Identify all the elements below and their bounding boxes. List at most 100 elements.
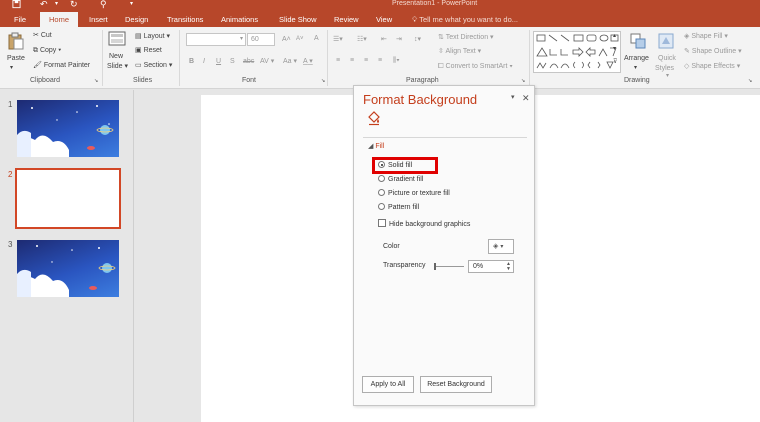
tab-design[interactable]: Design [125, 12, 148, 27]
pattern-fill-radio[interactable]: Pattern fill [378, 203, 419, 213]
transparency-slider-track[interactable] [434, 266, 464, 267]
transparency-slider-handle[interactable] [434, 263, 436, 270]
reset-background-button[interactable]: Reset Background [420, 376, 492, 393]
font-name-dropdown-icon[interactable]: ▾ [240, 35, 243, 44]
gradient-fill-radio[interactable]: Gradient fill [378, 175, 423, 185]
hide-background-graphics-checkbox[interactable]: Hide background graphics [378, 219, 470, 229]
section-button[interactable]: ▭ Section ▾ [135, 61, 172, 70]
copy-button[interactable]: ⧉ Copy ▾ [33, 46, 61, 55]
justify-button[interactable]: ≡ [378, 56, 382, 65]
tab-home[interactable]: Home [40, 12, 79, 27]
clear-formatting-icon: A [314, 35, 319, 42]
quick-styles-icon[interactable] [658, 33, 674, 49]
checkbox-icon [378, 219, 386, 227]
font-size-input[interactable]: 60 [247, 33, 275, 46]
shrink-font-button[interactable]: A˅ [296, 35, 304, 44]
tab-view[interactable]: View [376, 12, 392, 27]
text-shadow-button[interactable]: S [230, 57, 235, 66]
grow-font-button[interactable]: A˄ [282, 35, 291, 44]
solid-fill-radio[interactable]: Solid fill [378, 161, 412, 171]
close-icon[interactable]: ✕ [522, 93, 530, 104]
tab-animations[interactable]: Animations [221, 12, 258, 27]
shape-fill-button[interactable]: ◈ Shape Fill ▾ [684, 32, 728, 41]
paste-icon[interactable] [8, 32, 24, 50]
tab-slide-show[interactable]: Slide Show [279, 12, 317, 27]
slide-thumbnail-1[interactable] [17, 100, 119, 157]
quick-styles-label-1[interactable]: Quick [658, 54, 676, 63]
text-direction-label: Text Direction [445, 34, 489, 41]
transparency-input[interactable]: 0% ▲ ▼ [468, 260, 514, 273]
tab-insert[interactable]: Insert [89, 12, 108, 27]
tab-transitions[interactable]: Transitions [167, 12, 203, 27]
cut-button[interactable]: ✂ Cut [33, 31, 52, 40]
gallery-scroll-up-icon[interactable]: ▴ [613, 32, 616, 41]
present-from-start-icon[interactable]: ⚲ [100, 0, 107, 9]
smartart-icon: ⧠ [438, 63, 446, 70]
paste-button[interactable]: Paste [7, 54, 25, 63]
fill-bucket-icon[interactable] [366, 110, 382, 126]
align-right-button[interactable]: ≡ [364, 56, 368, 65]
dialog-launcher-icon[interactable]: ↘ [321, 77, 325, 86]
save-icon[interactable] [12, 0, 21, 11]
change-case-button[interactable]: Aa ▾ [283, 57, 297, 66]
new-slide-label-2[interactable]: Slide ▾ [107, 62, 128, 71]
font-size-value: 60 [251, 36, 259, 43]
pen-icon: ✎ [684, 48, 692, 55]
tell-me-box[interactable]: 💡︎ Tell me what you want to do... [412, 12, 518, 27]
italic-button[interactable]: I [203, 57, 205, 66]
clear-formatting-button[interactable]: A [314, 34, 319, 43]
reset-button[interactable]: ▣ Reset [135, 46, 162, 55]
spin-down-icon[interactable]: ▼ [506, 267, 511, 272]
color-picker-button[interactable]: ◈ ▾ [488, 239, 514, 254]
tab-file[interactable]: File [14, 12, 26, 27]
quick-styles-label-2[interactable]: Styles [655, 64, 674, 73]
align-left-button[interactable]: ≡ [336, 56, 340, 65]
new-slide-icon[interactable] [108, 31, 126, 47]
apply-to-all-button[interactable]: Apply to All [362, 376, 414, 393]
underline-button[interactable]: U [216, 57, 221, 66]
arrange-button[interactable]: Arrange [624, 54, 649, 63]
paste-dropdown-icon[interactable]: ▾ [10, 64, 13, 73]
arrange-icon[interactable] [630, 33, 646, 49]
text-direction-button[interactable]: ⇅ Text Direction ▾ [438, 33, 494, 42]
tab-review[interactable]: Review [334, 12, 359, 27]
new-slide-label-1[interactable]: New [109, 52, 123, 61]
slide-number: 1 [8, 100, 13, 109]
format-painter-button[interactable]: 🖌︎ Format Painter [33, 61, 90, 70]
columns-button[interactable]: ⫼▾ [393, 56, 400, 65]
gallery-more-icon[interactable]: ⊽ [613, 58, 617, 67]
increase-indent-button[interactable]: ⇥ [396, 35, 402, 44]
convert-smartart-button[interactable]: ⧠ Convert to SmartArt ▾ [438, 62, 513, 71]
decrease-indent-button[interactable]: ⇤ [381, 35, 387, 44]
align-center-button[interactable]: ≡ [350, 56, 354, 65]
undo-icon[interactable]: ↶ [40, 0, 48, 9]
shapes-gallery[interactable] [533, 31, 621, 73]
dialog-launcher-icon[interactable]: ↘ [748, 77, 752, 86]
radio-selected-icon [378, 161, 385, 168]
customize-qat-icon[interactable]: ▾ [130, 0, 133, 9]
redo-icon[interactable]: ↻ [70, 0, 78, 9]
shape-effects-button[interactable]: ◇ Shape Effects ▾ [684, 62, 740, 71]
bold-button[interactable]: B [189, 57, 194, 66]
undo-dropdown-icon[interactable]: ▾ [55, 0, 58, 9]
dialog-launcher-icon[interactable]: ↘ [94, 77, 98, 86]
font-name-input[interactable] [186, 33, 246, 46]
shape-outline-button[interactable]: ✎ Shape Outline ▾ [684, 47, 742, 56]
bullets-button[interactable]: ☰▾ [333, 35, 343, 44]
picture-texture-fill-radio[interactable]: Picture or texture fill [378, 189, 450, 199]
numbering-button[interactable]: ☷▾ [357, 35, 367, 44]
font-color-button[interactable]: A ▾ [303, 57, 313, 66]
align-text-button[interactable]: ⇳ Align Text ▾ [438, 47, 481, 56]
pattern-fill-label: Pattern fill [388, 204, 420, 211]
pane-options-icon[interactable]: ▾ [511, 93, 515, 101]
gallery-scroll-down-icon[interactable]: ▾ [613, 45, 616, 54]
quick-styles-dropdown-icon[interactable]: ▾ [666, 72, 669, 81]
character-spacing-button[interactable]: AV ▾ [260, 57, 274, 66]
slide-thumbnail-2[interactable] [15, 168, 121, 229]
strikethrough-button[interactable]: abc [243, 57, 254, 66]
arrange-dropdown-icon[interactable]: ▾ [634, 64, 637, 73]
layout-button[interactable]: ▤ Layout ▾ [135, 32, 170, 41]
fill-section-header[interactable]: ◢ Fill [368, 142, 384, 150]
slide-thumbnail-3[interactable] [17, 240, 119, 297]
line-spacing-button[interactable]: ↕▾ [414, 35, 421, 44]
